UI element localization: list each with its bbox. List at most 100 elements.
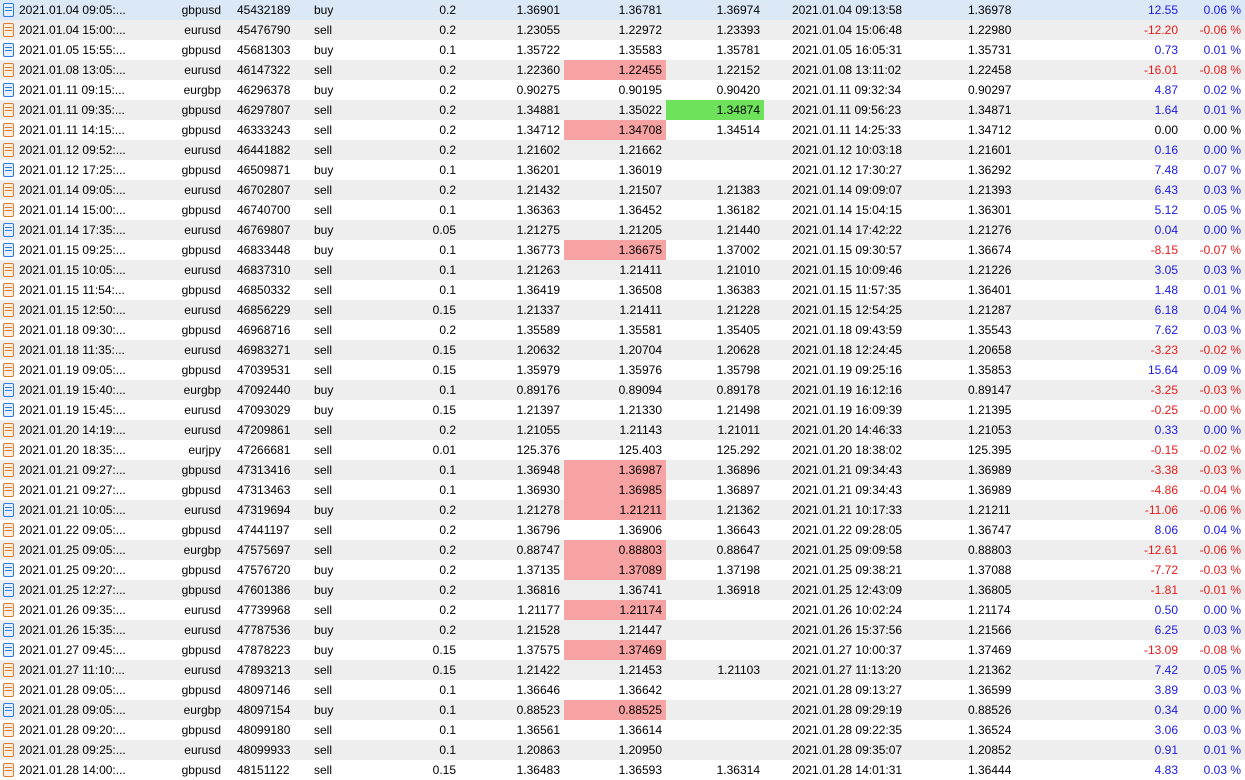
take-profit-cell: 1.21440 xyxy=(666,220,764,240)
trade-row[interactable]: 2021.01.21 09:27:... gbpusd 47313416 sell 0.… xyxy=(0,460,1245,480)
volume-cell: 0.1 xyxy=(365,740,460,760)
open-time-text: 2021.01.22 09:05:... xyxy=(19,522,126,537)
trade-row[interactable]: 2021.01.14 17:35:... eurusd 46769807 buy 0.0… xyxy=(0,220,1245,240)
trade-row[interactable]: 2021.01.20 18:35:... eurjpy 47266681 sell 0.… xyxy=(0,440,1245,460)
change-percent-cell: 0.09 % xyxy=(1203,363,1241,377)
trade-row[interactable]: 2021.01.18 09:30:... gbpusd 46968716 sell 0.… xyxy=(0,320,1245,340)
open-price-cell: 1.21397 xyxy=(516,403,560,417)
profit-cell: 0.34 xyxy=(1012,700,1182,720)
trade-row[interactable]: 2021.01.21 10:05:... eurusd 47319694 buy 0.2… xyxy=(0,500,1245,520)
trade-row[interactable]: 2021.01.14 09:05:... eurusd 46702807 sell 0.… xyxy=(0,180,1245,200)
trade-row[interactable]: 2021.01.27 11:10:... eurusd 47893213 sell 0.… xyxy=(0,660,1245,680)
close-price-cell: 1.21174 xyxy=(968,603,1011,617)
trade-row[interactable]: 2021.01.15 11:54:... gbpusd 46850332 sell 0.… xyxy=(0,280,1245,300)
change-percent-cell: -0.03 % xyxy=(1182,380,1245,400)
close-time-cell: 2021.01.21 09:34:43 xyxy=(764,460,932,480)
trade-row[interactable]: 2021.01.26 15:35:... eurusd 47787536 buy 0.2… xyxy=(0,620,1245,640)
change-percent-cell: 0.07 % xyxy=(1203,163,1241,177)
trade-row[interactable]: 2021.01.19 09:05:... gbpusd 47039531 sell 0.… xyxy=(0,360,1245,380)
trade-row[interactable]: 2021.01.28 09:25:... eurusd 48099933 sell 0.… xyxy=(0,740,1245,760)
open-time-cell: 2021.01.27 11:10:... xyxy=(0,660,137,680)
trade-row[interactable]: 2021.01.14 15:00:... gbpusd 46740700 sell 0.… xyxy=(0,200,1245,220)
take-profit-cell: 1.22152 xyxy=(666,60,764,80)
trade-row[interactable]: 2021.01.05 15:55:... gbpusd 45681303 buy 0.1… xyxy=(0,40,1245,60)
symbol-cell: gbpusd xyxy=(137,580,225,600)
ticket-cell: 46509871 xyxy=(237,163,291,177)
take-profit-cell: 1.35405 xyxy=(716,323,760,337)
change-percent-cell: 0.03 % xyxy=(1203,723,1241,737)
trade-row[interactable]: 2021.01.15 09:25:... gbpusd 46833448 buy 0.1… xyxy=(0,240,1245,260)
symbol-cell: eurjpy xyxy=(188,443,221,457)
symbol-cell: gbpusd xyxy=(181,563,221,577)
volume-cell: 0.15 xyxy=(432,763,456,777)
close-price-cell: 125.395 xyxy=(968,443,1012,457)
open-time-cell: 2021.01.27 09:45:... xyxy=(0,640,137,660)
trade-row[interactable]: 2021.01.11 14:15:... gbpusd 46333243 sell 0.… xyxy=(0,120,1245,140)
buy-order-document-icon xyxy=(3,83,14,98)
trade-row[interactable]: 2021.01.15 12:50:... eurusd 46856229 sell 0.… xyxy=(0,300,1245,320)
type-cell: sell xyxy=(310,660,365,680)
close-time-cell: 2021.01.28 09:35:07 xyxy=(764,740,932,760)
ticket-cell: 47787536 xyxy=(225,620,310,640)
stop-loss-cell: 0.88525 xyxy=(564,700,666,720)
close-time-cell: 2021.01.04 09:13:58 xyxy=(764,0,932,20)
take-profit-cell: 1.34874 xyxy=(666,100,764,120)
change-percent-cell: 0.01 % xyxy=(1203,283,1241,297)
symbol-cell: eurusd xyxy=(137,180,225,200)
open-time-cell: 2021.01.11 14:15:... xyxy=(0,120,137,140)
trade-row[interactable]: 2021.01.11 09:35:... gbpusd 46297807 sell 0.… xyxy=(0,100,1245,120)
symbol-cell: gbpusd xyxy=(181,43,221,57)
trade-row[interactable]: 2021.01.18 11:35:... eurusd 46983271 sell 0.… xyxy=(0,340,1245,360)
change-percent-cell: -0.02 % xyxy=(1199,443,1241,457)
stop-loss-cell: 0.90195 xyxy=(618,83,662,97)
trade-row[interactable]: 2021.01.27 09:45:... gbpusd 47878223 buy 0.1… xyxy=(0,640,1245,660)
trade-row[interactable]: 2021.01.04 09:05:... gbpusd 45432189 buy 0.2… xyxy=(0,0,1245,20)
open-time-cell: 2021.01.21 10:05:... xyxy=(0,500,137,520)
close-price-cell: 1.20852 xyxy=(932,740,1012,760)
open-time-cell: 2021.01.28 09:05:... xyxy=(0,700,137,720)
trade-row[interactable]: 2021.01.28 09:20:... gbpusd 48099180 sell 0.… xyxy=(0,720,1245,740)
close-time-cell: 2021.01.15 11:57:35 xyxy=(792,283,902,297)
open-time-text: 2021.01.28 09:20:... xyxy=(19,722,126,737)
trade-row[interactable]: 2021.01.25 09:05:... eurgbp 47575697 sell 0.… xyxy=(0,540,1245,560)
volume-cell: 0.1 xyxy=(439,683,456,697)
close-price-cell: 0.88526 xyxy=(932,700,1012,720)
open-time-text: 2021.01.19 09:05:... xyxy=(19,362,126,377)
trade-row[interactable]: 2021.01.19 15:45:... eurusd 47093029 buy 0.1… xyxy=(0,400,1245,420)
symbol-cell: eurusd xyxy=(137,20,225,40)
trade-row[interactable]: 2021.01.25 12:27:... gbpusd 47601386 buy 0.2… xyxy=(0,580,1245,600)
open-time-text: 2021.01.21 09:27:... xyxy=(19,462,126,477)
profit-cell: 0.91 xyxy=(1012,740,1182,760)
trade-row[interactable]: 2021.01.04 15:00:... eurusd 45476790 sell 0.… xyxy=(0,20,1245,40)
trade-row[interactable]: 2021.01.28 09:05:... eurgbp 48097154 buy 0.1… xyxy=(0,700,1245,720)
trade-row[interactable]: 2021.01.25 09:20:... gbpusd 47576720 buy 0.2… xyxy=(0,560,1245,580)
open-time-text: 2021.01.15 12:50:... xyxy=(19,302,126,317)
trade-row[interactable]: 2021.01.28 14:00:... gbpusd 48151122 sell 0.… xyxy=(0,760,1245,780)
stop-loss-cell: 1.21143 xyxy=(564,420,666,440)
close-price-cell: 1.20658 xyxy=(932,340,1012,360)
buy-order-document-icon xyxy=(3,583,14,598)
trade-row[interactable]: 2021.01.20 14:19:... eurusd 47209861 sell 0.… xyxy=(0,420,1245,440)
trade-row[interactable]: 2021.01.26 09:35:... eurusd 47739968 sell 0.… xyxy=(0,600,1245,620)
trade-row[interactable]: 2021.01.08 13:05:... eurusd 46147322 sell 0.… xyxy=(0,60,1245,80)
take-profit-cell: 0.90420 xyxy=(716,83,760,97)
trade-row[interactable]: 2021.01.21 09:27:... gbpusd 47313463 sell 0.… xyxy=(0,480,1245,500)
change-percent-cell: -0.07 % xyxy=(1199,243,1241,257)
open-time-cell: 2021.01.05 15:55:... xyxy=(0,40,137,60)
take-profit-cell: 1.21362 xyxy=(666,500,764,520)
open-time-cell: 2021.01.19 09:05:... xyxy=(0,360,137,380)
take-profit-cell xyxy=(666,160,764,180)
stop-loss-cell: 1.21662 xyxy=(564,140,666,160)
volume-cell: 0.2 xyxy=(365,180,460,200)
trade-row[interactable]: 2021.01.22 09:05:... gbpusd 47441197 sell 0.… xyxy=(0,520,1245,540)
trade-row[interactable]: 2021.01.15 10:05:... eurusd 46837310 sell 0.… xyxy=(0,260,1245,280)
trade-row[interactable]: 2021.01.19 15:40:... eurgbp 47092440 buy 0.1… xyxy=(0,380,1245,400)
type-cell: sell xyxy=(314,763,333,777)
buy-order-document-icon xyxy=(3,383,14,398)
trade-row[interactable]: 2021.01.12 09:52:... eurusd 46441882 sell 0.… xyxy=(0,140,1245,160)
trade-row[interactable]: 2021.01.11 09:15:... eurgbp 46296378 buy 0.2… xyxy=(0,80,1245,100)
buy-order-document-icon xyxy=(3,703,14,718)
trade-row[interactable]: 2021.01.28 09:05:... gbpusd 48097146 sell 0.… xyxy=(0,680,1245,700)
type-cell: buy xyxy=(310,700,365,720)
trade-row[interactable]: 2021.01.12 17:25:... gbpusd 46509871 buy 0.1… xyxy=(0,160,1245,180)
